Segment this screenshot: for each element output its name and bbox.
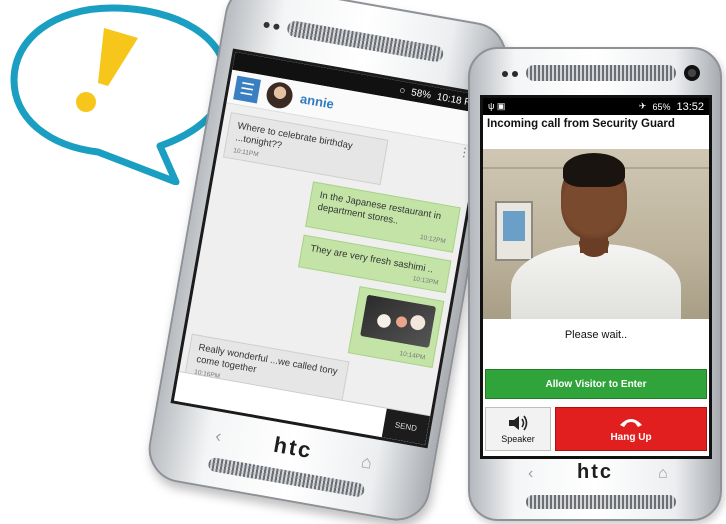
message-time: 10:14PM [398,350,426,362]
message-time: 10:13PM [412,275,439,287]
menu-icon[interactable]: ☰ [233,75,262,103]
battery-level: 65% [652,101,671,112]
call-title: Incoming call from Security Guard [487,118,675,130]
usb-icon: ψ ▣ [488,101,506,111]
top-speaker-grille [286,19,445,63]
speaker-button[interactable]: Speaker [485,407,551,451]
phone-sensor [512,71,518,77]
phone-sensor [272,23,280,31]
wifi-icon: ○ [398,84,407,97]
status-bar: ψ ▣ ✈ 65% 13:52 [483,98,709,115]
hang-up-button[interactable]: Hang Up [555,407,707,451]
phone-hangup-icon [620,418,642,427]
front-camera [684,65,700,81]
message-text: They are very fresh sashimi .. [309,242,435,276]
wait-status: Please wait.. [564,329,628,341]
chat-screen: ○ 58% 10:18 PM ☰ annie ⋮ Where to celebr… [170,48,491,449]
hang-up-label: Hang Up [610,431,652,443]
allow-visitor-button[interactable]: Allow Visitor to Enter [485,369,707,399]
top-speaker-grille [526,65,676,81]
message-bubble-photo[interactable]: 10:14PM [347,286,445,369]
airplane-icon: ✈ [638,101,647,111]
sushi-photo[interactable] [359,294,437,349]
home-icon[interactable]: ⌂ [658,465,668,483]
call-screen: ψ ▣ ✈ 65% 13:52 Incoming call from Secur… [480,95,712,459]
status-time: 13:52 [676,100,704,113]
caller-video-feed [483,149,709,319]
avatar[interactable] [264,79,295,110]
message-text: In the Japanese restaurant in department… [316,189,443,227]
contact-name[interactable]: annie [299,91,335,112]
battery-level: 58% [410,86,432,102]
wall-sign [495,201,533,261]
phone-sensor [263,21,271,29]
speaker-label: Speaker [501,434,535,444]
brand-logo: htc [577,461,613,483]
send-button[interactable]: SEND [381,408,431,445]
message-time: 10:12PM [419,234,447,246]
bottom-speaker-grille [526,495,676,509]
message-time: 10:11PM [232,146,260,159]
message-text: Where to celebrate birthday ...tonight?? [234,120,354,152]
right-phone: ψ ▣ ✈ 65% 13:52 Incoming call from Secur… [468,47,722,521]
speaker-icon [509,415,528,431]
call-controls: Speaker Hang Up [485,407,707,451]
phone-sensor [502,71,508,77]
